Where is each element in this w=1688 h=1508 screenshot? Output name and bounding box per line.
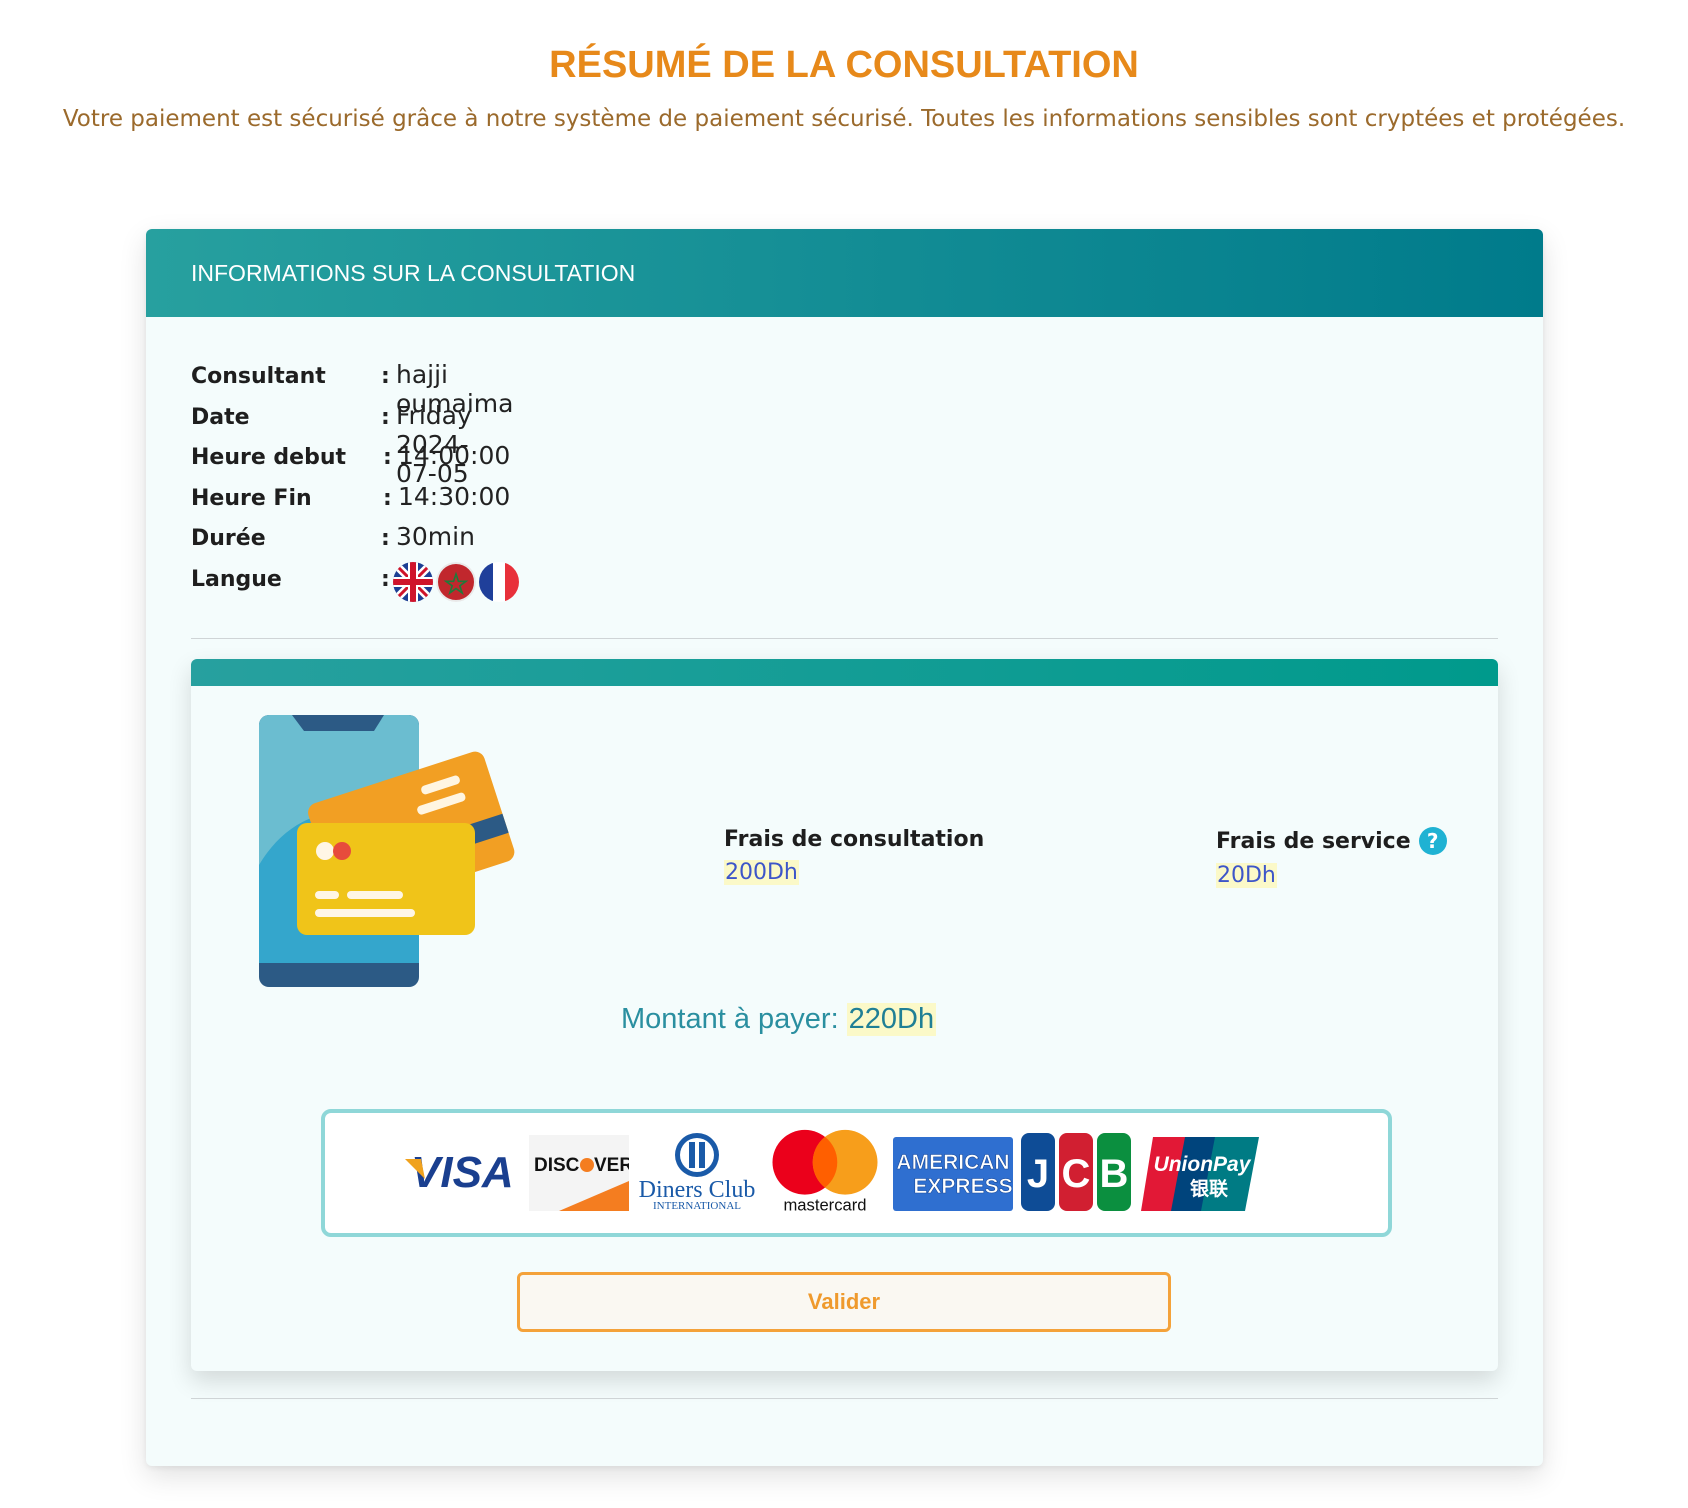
detail-label: Heure Fin <box>191 485 312 511</box>
discover-logo-text: DISC <box>534 1155 580 1176</box>
card-header-title: INFORMATIONS SUR LA CONSULTATION <box>191 259 636 286</box>
discover-logo-text: VER <box>594 1155 629 1176</box>
american-express-logo: AMERICAN EXPRESS <box>893 1137 1013 1211</box>
detail-value-duration: 30min <box>396 522 475 551</box>
diners-club-logo-text: INTERNATIONAL <box>653 1200 741 1212</box>
visa-logo: VISA <box>405 1148 514 1197</box>
consultation-fee: Frais de consultation 200Dh <box>724 827 984 885</box>
detail-value-start-time: 14:00:00 <box>398 441 511 470</box>
american-express-logo-text: EXPRESS <box>913 1175 1012 1198</box>
jcb-logo-text: B <box>1100 1152 1129 1196</box>
jcb-logo-text: C <box>1062 1152 1091 1196</box>
payment-panel-bar <box>191 659 1498 686</box>
validate-button[interactable]: Valider <box>517 1272 1171 1332</box>
visa-logo-text: VISA <box>411 1148 514 1197</box>
american-express-logo-text: AMERICAN <box>896 1151 1009 1174</box>
jcb-logo: J C B <box>1021 1133 1131 1211</box>
detail-colon: : <box>381 566 390 592</box>
accepted-cards: VISA DISC VER Diners Club INTERNATIONAL … <box>321 1109 1392 1237</box>
page-title: RÉSUMÉ DE LA CONSULTATION <box>549 44 1139 86</box>
detail-colon: : <box>381 526 390 551</box>
detail-value-end-time: 14:30:00 <box>398 481 511 511</box>
france-flag-icon <box>479 561 519 602</box>
detail-colon: : <box>381 364 390 389</box>
detail-label: Consultant <box>191 364 326 389</box>
service-fee-label: Frais de service <box>1216 828 1411 854</box>
service-fee-title: Frais de service ? <box>1216 827 1447 855</box>
detail-label: Langue <box>191 566 282 592</box>
detail-label: Durée <box>191 526 266 551</box>
bottom-divider <box>191 1398 1498 1399</box>
detail-label: Heure debut <box>191 445 347 470</box>
page-subtitle: Votre paiement est sécurisé grâce à notr… <box>62 106 1626 132</box>
detail-colon: : <box>381 404 390 430</box>
consultation-fee-value: 200Dh <box>724 860 799 885</box>
help-icon[interactable]: ? <box>1418 827 1447 855</box>
mastercard-logo-text: mastercard <box>783 1195 866 1213</box>
unionpay-logo: UnionPay 银联 <box>1141 1137 1259 1211</box>
payment-panel: Frais de consultation 200Dh Frais de ser… <box>191 659 1498 1371</box>
detail-colon: : <box>383 485 392 511</box>
card-brand-row: VISA DISC VER Diners Club INTERNATIONAL … <box>403 1129 1263 1213</box>
jcb-logo-text: J <box>1027 1152 1049 1196</box>
unionpay-logo-text: UnionPay <box>1154 1153 1252 1176</box>
service-fee-value: 20Dh <box>1216 863 1277 888</box>
diners-club-logo: Diners Club INTERNATIONAL <box>639 1133 755 1212</box>
details-divider <box>191 638 1498 639</box>
consultation-fee-label: Frais de consultation <box>724 827 985 852</box>
uk-flag-icon <box>393 561 433 602</box>
detail-colon: : <box>383 445 392 470</box>
card-header: INFORMATIONS SUR LA CONSULTATION <box>146 229 1543 317</box>
service-fee: Frais de service ? 20Dh <box>1216 827 1447 888</box>
total-amount: Montant à payer: 220Dh <box>621 1003 937 1036</box>
mastercard-logo: mastercard <box>772 1129 878 1213</box>
discover-logo: DISC VER <box>529 1135 629 1211</box>
total-label: Montant à payer: <box>621 1003 839 1035</box>
consultation-card: INFORMATIONS SUR LA CONSULTATION Consult… <box>146 229 1543 1466</box>
total-value: 220Dh <box>846 1003 937 1036</box>
morocco-flag-icon <box>436 561 476 602</box>
detail-label: Date <box>191 404 250 430</box>
language-flags <box>393 561 519 602</box>
unionpay-logo-text: 银联 <box>1190 1177 1228 1200</box>
mobile-payment-illustration <box>259 715 515 987</box>
